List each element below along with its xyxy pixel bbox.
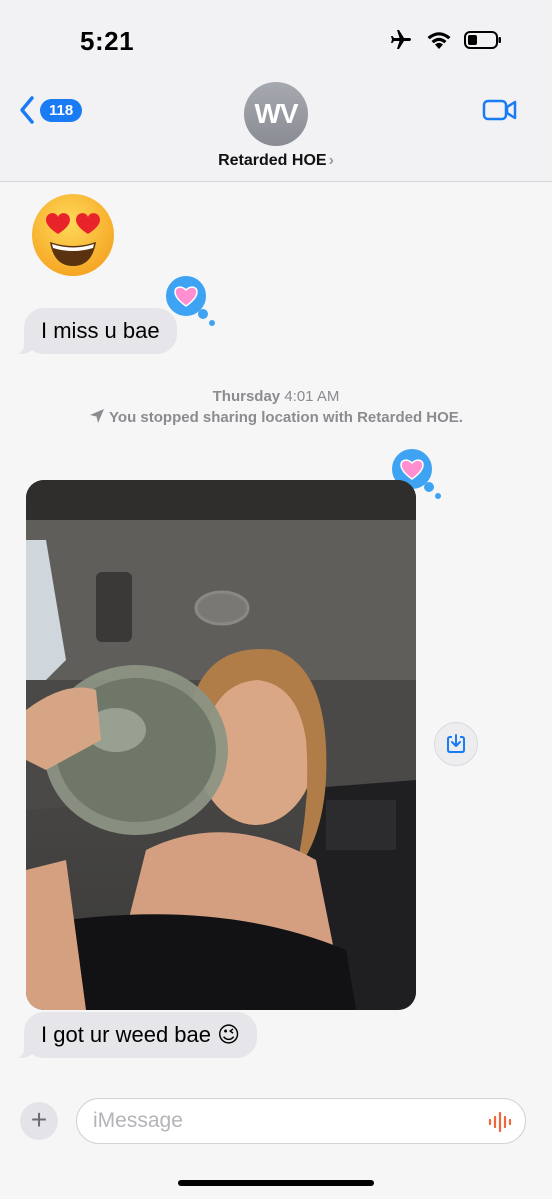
apps-plus-button[interactable]: + bbox=[20, 1102, 58, 1140]
airplane-icon bbox=[391, 30, 411, 49]
tapback-tail bbox=[424, 482, 434, 492]
conversation-header: 118 WV Retarded HOE › bbox=[0, 80, 552, 182]
tapback-tail-small bbox=[209, 320, 215, 326]
back-chevron-icon bbox=[20, 96, 34, 124]
photo-attachment[interactable] bbox=[26, 480, 416, 1010]
incoming-message-bubble[interactable]: I got ur weed bae 😉 bbox=[11, 1012, 258, 1059]
message-input-container[interactable] bbox=[76, 1098, 526, 1144]
home-indicator[interactable] bbox=[178, 1180, 374, 1186]
save-download-icon bbox=[447, 734, 465, 753]
wifi-icon bbox=[427, 32, 451, 49]
location-arrow-icon bbox=[90, 409, 105, 423]
message-timestamp: Thursday 4:01 AM bbox=[0, 388, 552, 405]
heart-tapback-icon bbox=[400, 459, 424, 480]
battery-icon bbox=[464, 31, 501, 49]
save-photo-button[interactable] bbox=[434, 722, 478, 766]
tapback-tail bbox=[198, 309, 208, 319]
tapback-tail-small bbox=[435, 493, 441, 499]
location-sharing-note: You stopped sharing location with Retard… bbox=[0, 408, 552, 426]
status-icons bbox=[388, 28, 502, 52]
photo-image bbox=[26, 480, 416, 1010]
emoji-message[interactable] bbox=[30, 192, 116, 278]
video-call-icon bbox=[482, 99, 517, 121]
tapback-reaction-1[interactable] bbox=[164, 274, 215, 326]
location-note-text: You stopped sharing location with Retard… bbox=[109, 409, 463, 426]
contact-avatar[interactable]: WV bbox=[244, 82, 308, 146]
facetime-video-button[interactable] bbox=[482, 98, 518, 127]
audio-waveform-icon[interactable] bbox=[487, 1111, 513, 1133]
contact-name: Retarded HOE bbox=[218, 152, 327, 169]
unread-count-badge: 118 bbox=[40, 98, 83, 122]
timestamp-day: Thursday bbox=[212, 388, 281, 405]
incoming-message-bubble[interactable]: I miss u bae bbox=[12, 308, 177, 355]
heart-tapback-icon bbox=[174, 286, 198, 307]
message-thread[interactable]: I miss u bae Thursday 4:01 AM You stoppe… bbox=[0, 182, 552, 1199]
timestamp-time: 4:01 AM bbox=[284, 388, 340, 405]
heart-eyes-emoji-icon bbox=[32, 194, 114, 276]
back-button[interactable]: 118 bbox=[18, 95, 83, 125]
status-bar: 5:21 bbox=[0, 0, 552, 80]
chevron-right-icon: › bbox=[328, 152, 334, 169]
contact-name-button[interactable]: Retarded HOE › bbox=[0, 152, 552, 170]
status-time: 5:21 bbox=[80, 26, 135, 56]
imessage-input[interactable] bbox=[93, 1099, 473, 1142]
